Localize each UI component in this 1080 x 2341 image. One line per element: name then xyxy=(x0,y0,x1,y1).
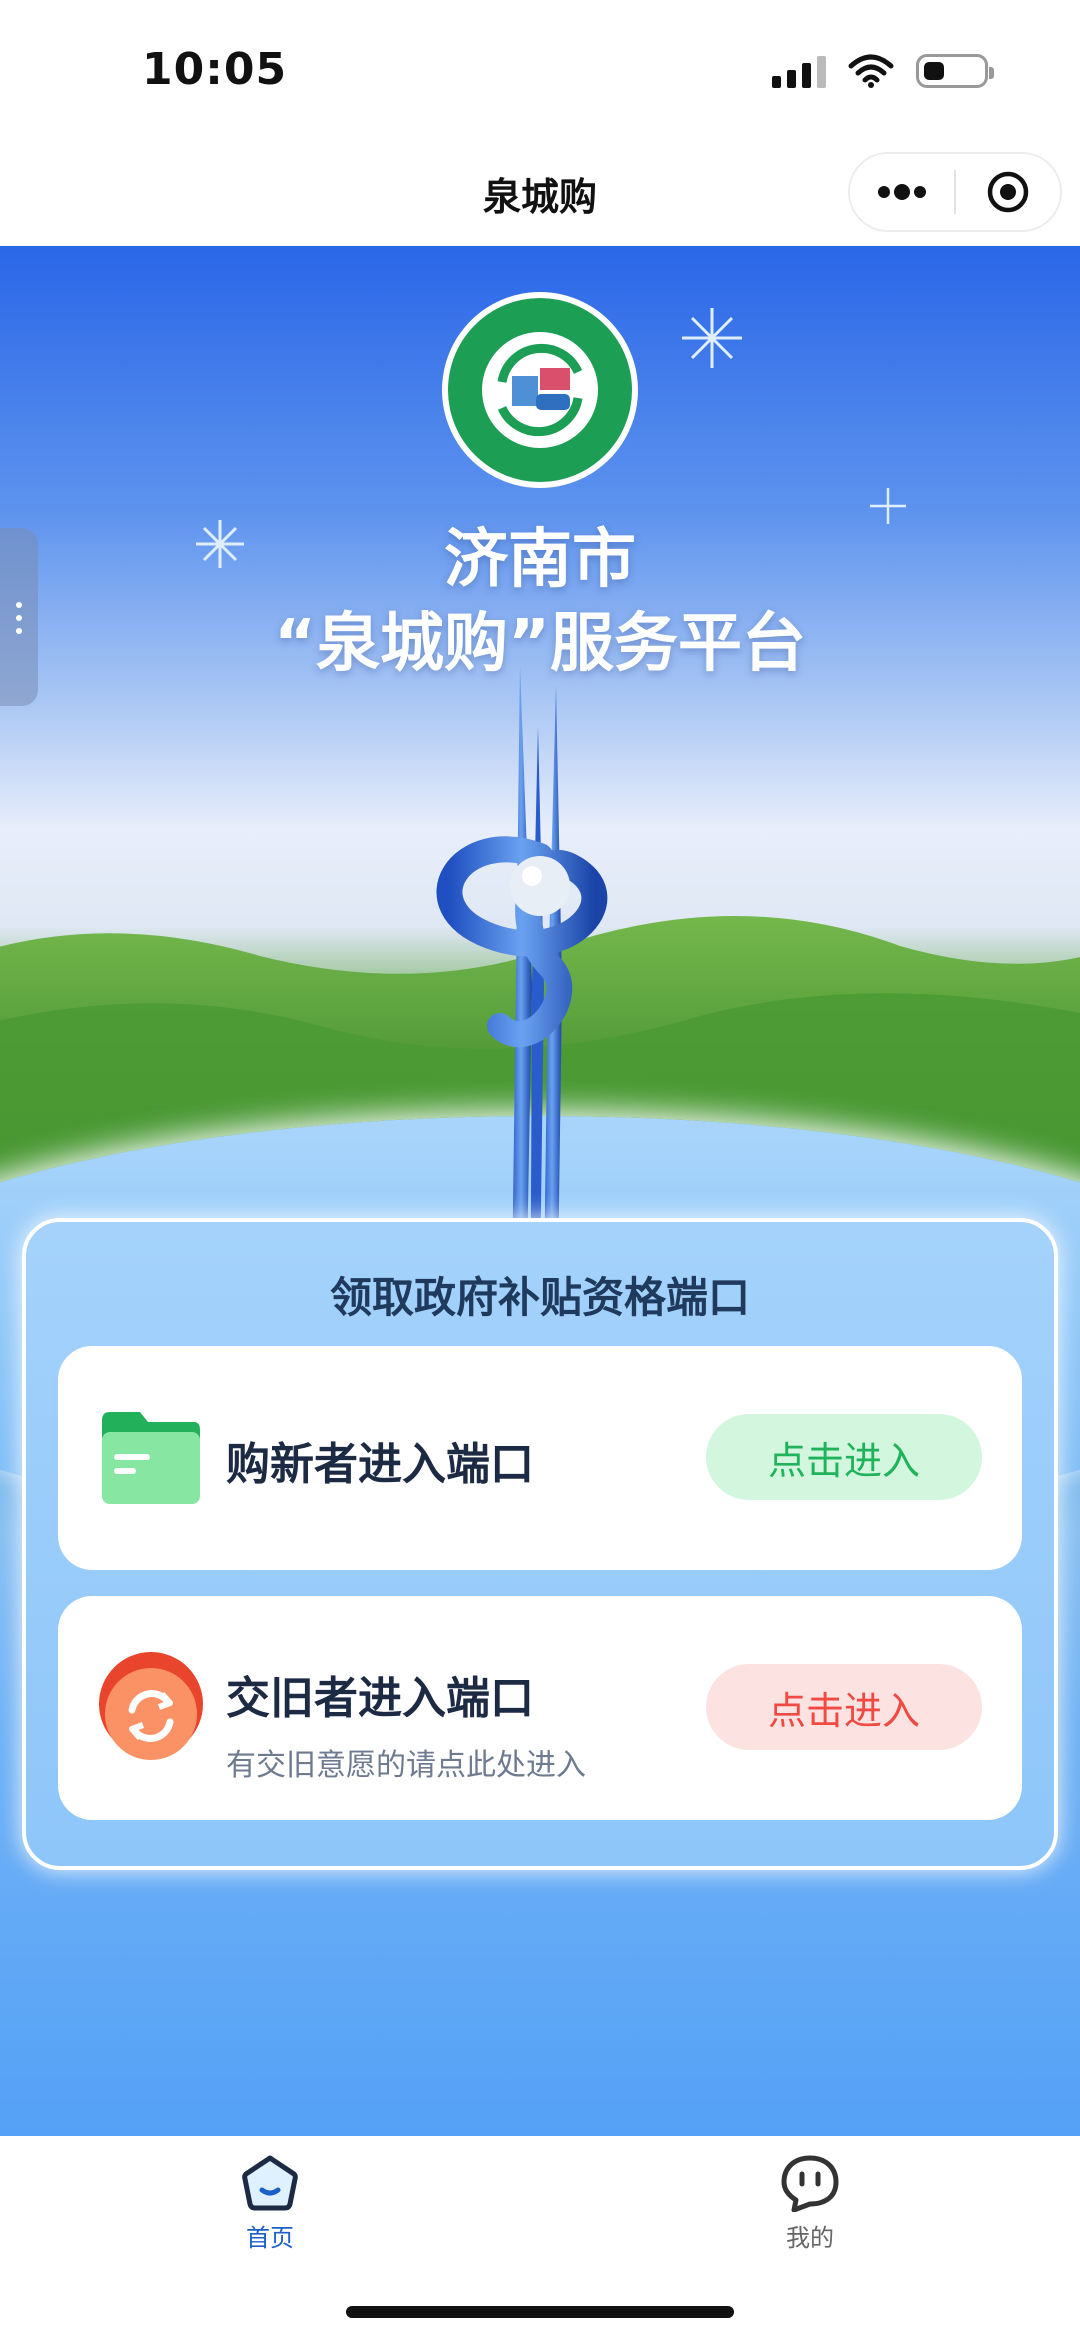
home-indicator xyxy=(346,2306,734,2318)
status-bar: 10:05 xyxy=(0,0,1080,140)
status-icons xyxy=(772,54,994,88)
tab-home-label: 首页 xyxy=(246,2224,294,2252)
target-icon xyxy=(987,171,1029,213)
panel-title: 领取政府补贴资格端口 xyxy=(329,1273,750,1322)
more-dots-icon xyxy=(878,184,926,200)
sparkle-icon xyxy=(682,308,742,368)
buyer-portal-card[interactable]: 购新者进入端口 点击进入 xyxy=(58,1346,1022,1570)
signal-icon xyxy=(772,54,826,88)
wifi-icon xyxy=(848,54,894,88)
tradein-enter-button[interactable]: 点击进入 xyxy=(706,1664,982,1750)
tradein-portal-subtitle: 有交旧意愿的请点此处进入 xyxy=(226,1748,586,1783)
more-button[interactable] xyxy=(850,154,954,230)
tradein-portal-card[interactable]: 交旧者进入端口 有交旧意愿的请点此处进入 点击进入 xyxy=(58,1596,1022,1820)
buyer-portal-title: 购新者进入端口 xyxy=(226,1439,534,1490)
buyer-enter-button[interactable]: 点击进入 xyxy=(706,1414,982,1500)
tab-mine-label: 我的 xyxy=(786,2224,834,2252)
tradein-portal-title: 交旧者进入端口 xyxy=(226,1673,534,1724)
recycle-icon xyxy=(99,1652,203,1760)
battery-icon xyxy=(916,54,994,88)
folder-icon xyxy=(102,1412,200,1504)
hero-city: 济南市 xyxy=(444,523,636,597)
trade-in-logo xyxy=(442,292,638,488)
tab-home[interactable]: 首页 xyxy=(170,2154,370,2264)
status-time: 10:05 xyxy=(142,44,288,95)
nav-bar: 泉城购 xyxy=(0,140,1080,246)
side-drawer-handle[interactable] xyxy=(0,528,38,706)
chat-face-icon xyxy=(781,2155,839,2212)
home-icon xyxy=(242,2155,298,2211)
mini-program-capsule xyxy=(848,152,1062,232)
close-miniprogram-button[interactable] xyxy=(956,154,1060,230)
tab-mine[interactable]: 我的 xyxy=(710,2154,910,2264)
subsidy-portal-panel: 领取政府补贴资格端口 购新者进入端口 点击进入 交旧者进入端口 有交旧意愿的请点… xyxy=(22,1218,1058,1870)
